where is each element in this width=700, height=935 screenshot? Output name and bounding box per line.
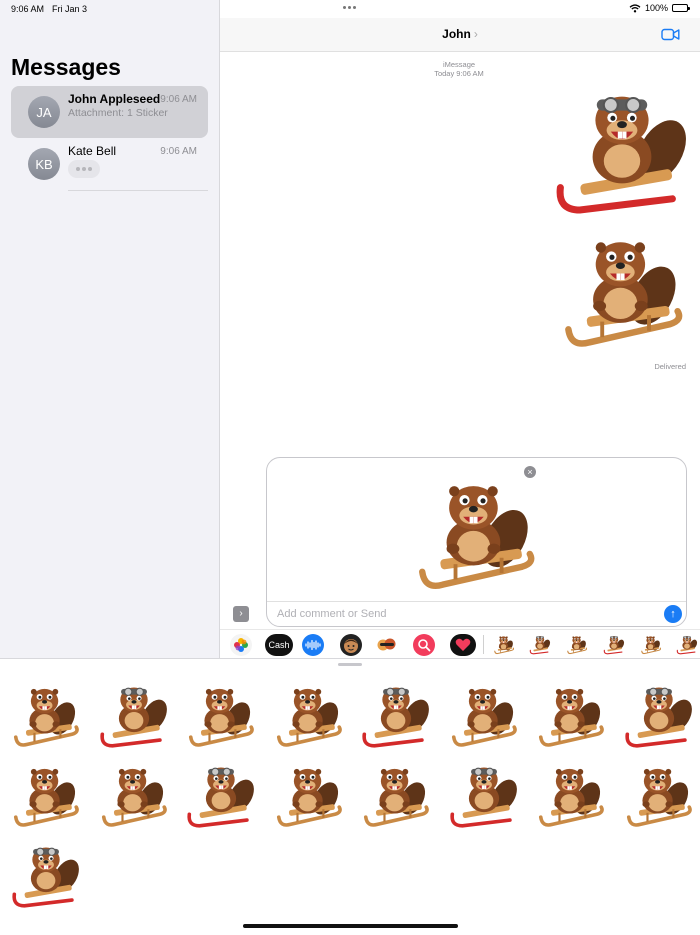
beaver-sled-sticker[interactable] (273, 761, 345, 833)
conversation-kate-bell[interactable]: KB Kate Bell 9:06 AM (11, 138, 208, 190)
avatar: KB (28, 148, 60, 180)
beaver-sticker-icon[interactable] (676, 634, 698, 656)
sidebar-title: Messages (11, 54, 121, 80)
video-call-icon[interactable] (661, 28, 680, 41)
app-drawer-bar: Cash (220, 629, 700, 659)
apple-cash-icon[interactable]: Cash (265, 634, 293, 656)
multitasking-dots-icon[interactable] (343, 6, 356, 9)
beaver-sled-sticker[interactable] (535, 761, 607, 833)
compose-divider (267, 601, 686, 602)
battery-icon (672, 4, 690, 12)
delivery-status: Delivered (654, 362, 686, 371)
apple-cash-label: Cash (268, 640, 290, 650)
battery-percent: 100% (644, 3, 668, 13)
beaver-sled-sticker[interactable] (10, 841, 82, 913)
beaver-sled-sticker-attachment[interactable] (412, 472, 540, 600)
beaver-sled-sticker[interactable] (98, 681, 170, 753)
beaver-sticker-icon[interactable] (603, 634, 625, 656)
status-bar: 9:06 AM Fri Jan 3 100% (0, 0, 700, 18)
conversation-time: 9:06 AM (160, 146, 197, 157)
compose-box: × ↑ (266, 457, 687, 627)
wifi-icon (629, 3, 641, 12)
beaver-sled-sticker[interactable] (623, 681, 695, 753)
memoji-icon[interactable] (340, 634, 362, 656)
beaver-sticker-icon[interactable] (566, 634, 588, 656)
beaver-sled-sticker[interactable] (623, 761, 695, 833)
home-indicator[interactable] (243, 924, 458, 928)
digital-touch-icon[interactable] (450, 634, 476, 656)
send-button[interactable]: ↑ (664, 605, 682, 623)
beaver-sticker-icon[interactable] (493, 634, 515, 656)
close-icon[interactable]: × (524, 466, 536, 478)
beaver-sled-sticker[interactable] (448, 761, 520, 833)
audio-waveform-icon[interactable] (302, 634, 324, 656)
images-search-icon[interactable] (413, 634, 435, 656)
service-label: iMessage (442, 60, 476, 69)
memoji-stickers-icon[interactable] (376, 634, 398, 656)
contact-name[interactable]: John (442, 27, 471, 41)
message-timestamp: Today 9:06 AM (434, 69, 484, 78)
beaver-sled-sticker[interactable] (10, 761, 82, 833)
avatar: JA (28, 96, 60, 128)
contact-title[interactable]: John › (220, 27, 700, 41)
status-time: 9:06 AM (11, 4, 45, 14)
beaver-sled-sticker[interactable] (273, 681, 345, 753)
status-date: Fri Jan 3 (52, 4, 88, 14)
conversation-name: John Appleseed (68, 92, 161, 106)
beaver-sled-sticker[interactable] (185, 761, 257, 833)
drawer-grabber[interactable] (338, 663, 362, 666)
beaver-sticker-icon[interactable] (640, 634, 662, 656)
beaver-sled-sticker[interactable] (535, 681, 607, 753)
typing-indicator-icon (68, 160, 100, 178)
beaver-sled-sticker[interactable] (448, 681, 520, 753)
beaver-sled-sticker[interactable] (185, 681, 257, 753)
beaver-sled-sticker[interactable] (360, 761, 432, 833)
app-bar-divider (483, 635, 484, 654)
beaver-sled-sticker[interactable] (98, 761, 170, 833)
beaver-sled-sticker[interactable] (360, 681, 432, 753)
beaver-sled-sticker-message[interactable] (558, 228, 688, 358)
beaver-sled-sticker[interactable] (10, 681, 82, 753)
status-right: 100% (629, 3, 690, 13)
conversation-time: 9:06 AM (160, 94, 197, 105)
message-input[interactable] (275, 604, 659, 624)
beaver-sled-sticker-message[interactable] (552, 84, 692, 224)
conversation-john-appleseed[interactable]: JA John Appleseed 9:06 AM Attachment: 1 … (11, 86, 208, 138)
conversation-name: Kate Bell (68, 144, 117, 158)
sidebar: Messages JA John Appleseed 9:06 AM Attac… (0, 0, 220, 658)
sticker-drawer (0, 658, 700, 935)
beaver-sticker-icon[interactable] (529, 634, 551, 656)
expand-apps-button[interactable]: › (233, 606, 249, 622)
row-divider (68, 190, 208, 191)
chevron-right-icon: › (473, 27, 478, 41)
photos-icon[interactable] (230, 634, 252, 656)
conversation-header: John › (220, 18, 700, 52)
conversation-preview: Attachment: 1 Sticker (68, 107, 168, 119)
